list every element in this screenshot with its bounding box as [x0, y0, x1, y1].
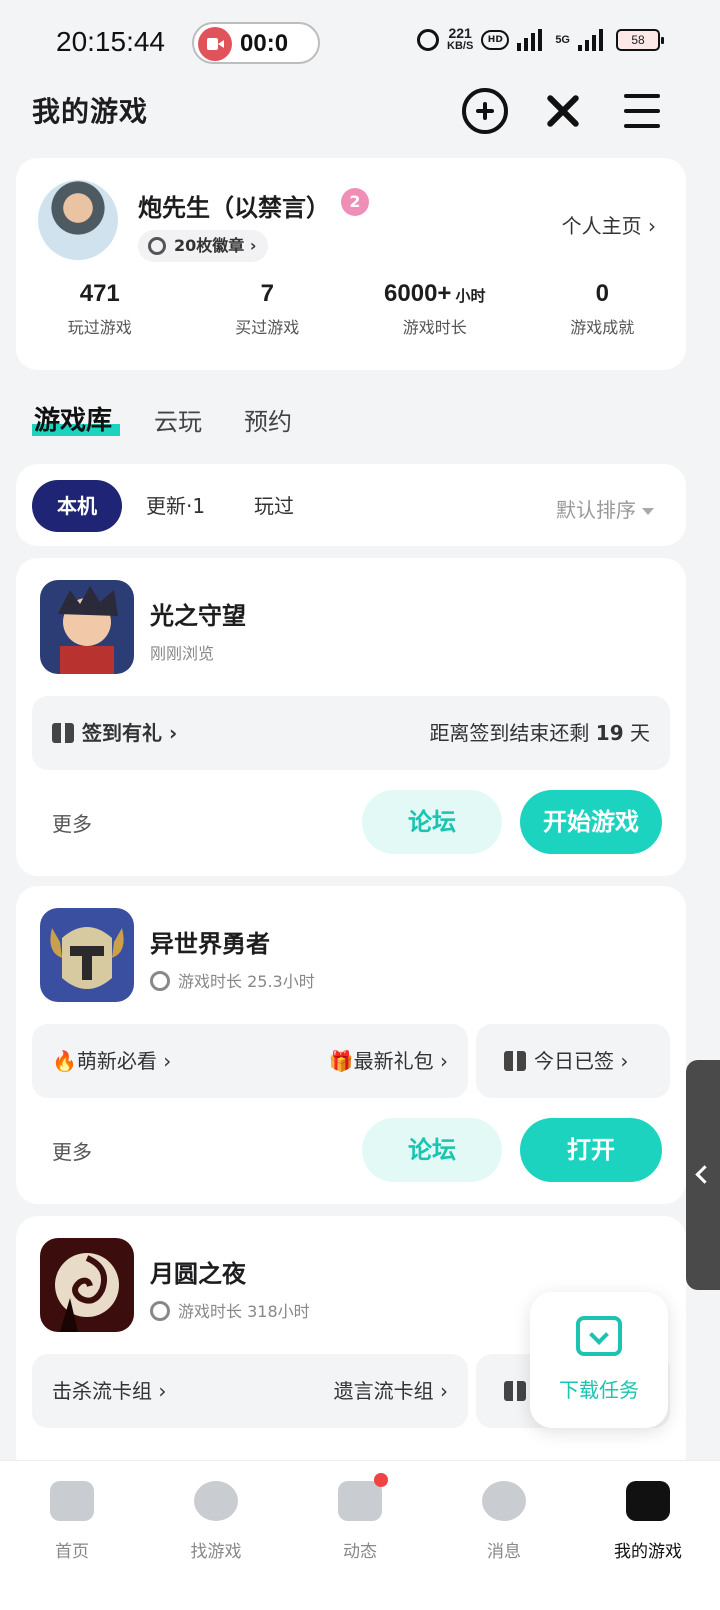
cell-signal-icon — [578, 29, 608, 51]
stat-bought[interactable]: 7 买过游戏 — [184, 280, 352, 338]
game-card: 光之守望 刚刚浏览 签到有礼 › 距离签到结束还剩 19 天 更多 论坛 开始游… — [16, 558, 686, 876]
level-badge: 2 — [341, 188, 369, 216]
status-icons: 221 KB/S HD 5G 58 — [417, 25, 664, 52]
page-title: 我的游戏 — [32, 95, 149, 128]
timer-icon — [150, 971, 170, 991]
decks-panel: 击杀流卡组 › 遗言流卡组 › — [32, 1354, 468, 1428]
bottom-nav: 首页 找游戏 动态 消息 我的游戏 — [0, 1460, 720, 1610]
game-playtime: 游戏时长 25.3小时 — [150, 968, 315, 992]
medal-icon — [148, 237, 166, 255]
start-game-button[interactable]: 开始游戏 — [520, 790, 662, 854]
filter-played[interactable]: 玩过 — [254, 480, 294, 532]
checkin-link[interactable]: 签到有礼 › — [52, 696, 177, 770]
download-tasks-button[interactable]: 下载任务 — [530, 1292, 668, 1428]
download-tasks-label: 下载任务 — [559, 1378, 639, 1402]
homepage-link[interactable]: 个人主页 › — [562, 210, 656, 239]
side-drawer-handle[interactable] — [686, 1060, 720, 1290]
gift-pack-link[interactable]: 🎁最新礼包 › — [329, 1024, 448, 1098]
badges-button[interactable]: 20枚徽章 › — [138, 230, 269, 262]
filter-bar: 本机 更新·1 玩过 默认排序 — [16, 464, 686, 546]
gift-icon — [52, 723, 74, 743]
checkin-countdown: 距离签到结束还剩 19 天 — [429, 721, 650, 745]
profile-card: 炮先生（以禁言） 2 20枚徽章 › 个人主页 › 471 玩过游戏 7 买过游… — [16, 158, 686, 370]
checkin-panel[interactable]: 签到有礼 › 距离签到结束还剩 19 天 — [32, 696, 670, 770]
hd-icon: HD — [481, 30, 510, 50]
forum-button[interactable]: 论坛 — [362, 1118, 502, 1182]
status-bar: 20:15:44 00:0 221 KB/S HD 5G 58 — [0, 0, 720, 86]
menu-icon[interactable] — [620, 88, 666, 134]
guide-link[interactable]: 🔥萌新必看 › — [52, 1024, 171, 1098]
game-icon[interactable] — [40, 1238, 134, 1332]
game-name[interactable]: 光之守望 — [150, 596, 246, 631]
wifi-signal-icon — [517, 29, 547, 51]
nav-my-games[interactable]: 我的游戏 — [576, 1461, 720, 1610]
alarm-icon — [417, 29, 440, 51]
deck-link[interactable]: 击杀流卡组 › — [52, 1354, 166, 1428]
record-camera-icon — [198, 27, 232, 61]
filter-updates[interactable]: 更新·1 — [146, 480, 205, 532]
stat-achievements[interactable]: 0 游戏成就 — [519, 280, 687, 338]
chat-bubble-icon — [482, 1481, 526, 1521]
gift-icon — [504, 1381, 526, 1401]
filter-local[interactable]: 本机 — [32, 480, 122, 532]
network-type: 5G — [555, 33, 570, 46]
download-icon — [576, 1316, 622, 1356]
feed-icon — [338, 1481, 382, 1521]
chevron-down-icon — [642, 508, 654, 515]
game-card: 异世界勇者 游戏时长 25.3小时 🔥萌新必看 › 🎁最新礼包 › 今日已签 ›… — [16, 886, 686, 1204]
tab-library[interactable]: 游戏库 — [34, 400, 112, 437]
forum-button[interactable]: 论坛 — [362, 790, 502, 854]
game-name[interactable]: 月圆之夜 — [150, 1254, 246, 1289]
nav-feed[interactable]: 动态 — [288, 1461, 432, 1610]
screen-recording-indicator[interactable]: 00:0 — [192, 22, 320, 64]
checked-in-panel[interactable]: 今日已签 › — [476, 1024, 670, 1098]
more-link[interactable]: 更多 — [52, 1136, 92, 1165]
game-status: 刚刚浏览 — [150, 644, 215, 663]
guides-panel: 🔥萌新必看 › 🎁最新礼包 › — [32, 1024, 468, 1098]
more-link[interactable]: 更多 — [52, 808, 92, 837]
gamepad-icon — [626, 1481, 670, 1521]
add-icon[interactable] — [462, 88, 508, 134]
notification-dot — [374, 1473, 388, 1487]
stat-playtime[interactable]: 6000+ 小时 游戏时长 — [351, 280, 519, 338]
nav-home[interactable]: 首页 — [0, 1461, 144, 1610]
tab-cloud[interactable]: 云玩 — [154, 402, 202, 437]
stat-played[interactable]: 471 玩过游戏 — [16, 280, 184, 338]
network-speed: 221 KB/S — [447, 25, 474, 52]
calendar-check-icon — [504, 1051, 526, 1071]
game-playtime: 游戏时长 318小时 — [150, 1298, 310, 1322]
nav-find-games[interactable]: 找游戏 — [144, 1461, 288, 1610]
battery-icon: 58 — [616, 29, 664, 51]
nav-messages[interactable]: 消息 — [432, 1461, 576, 1610]
home-icon — [50, 1481, 94, 1521]
recording-time: 00:0 — [240, 30, 289, 57]
avatar[interactable] — [38, 180, 118, 260]
profile-stats: 471 玩过游戏 7 买过游戏 6000+ 小时 游戏时长 0 游戏成就 — [16, 280, 686, 338]
status-time: 20:15:44 — [56, 26, 165, 57]
sort-dropdown[interactable]: 默认排序 — [556, 494, 654, 523]
open-game-button[interactable]: 打开 — [520, 1118, 662, 1182]
game-name[interactable]: 异世界勇者 — [150, 924, 270, 959]
game-icon[interactable] — [40, 580, 134, 674]
tools-icon[interactable] — [540, 88, 586, 134]
tab-reserve[interactable]: 预约 — [244, 402, 292, 437]
timer-icon — [150, 1301, 170, 1321]
planet-icon — [194, 1481, 238, 1521]
user-name[interactable]: 炮先生（以禁言） — [138, 188, 330, 223]
deck-link[interactable]: 遗言流卡组 › — [334, 1354, 448, 1428]
game-icon[interactable] — [40, 908, 134, 1002]
